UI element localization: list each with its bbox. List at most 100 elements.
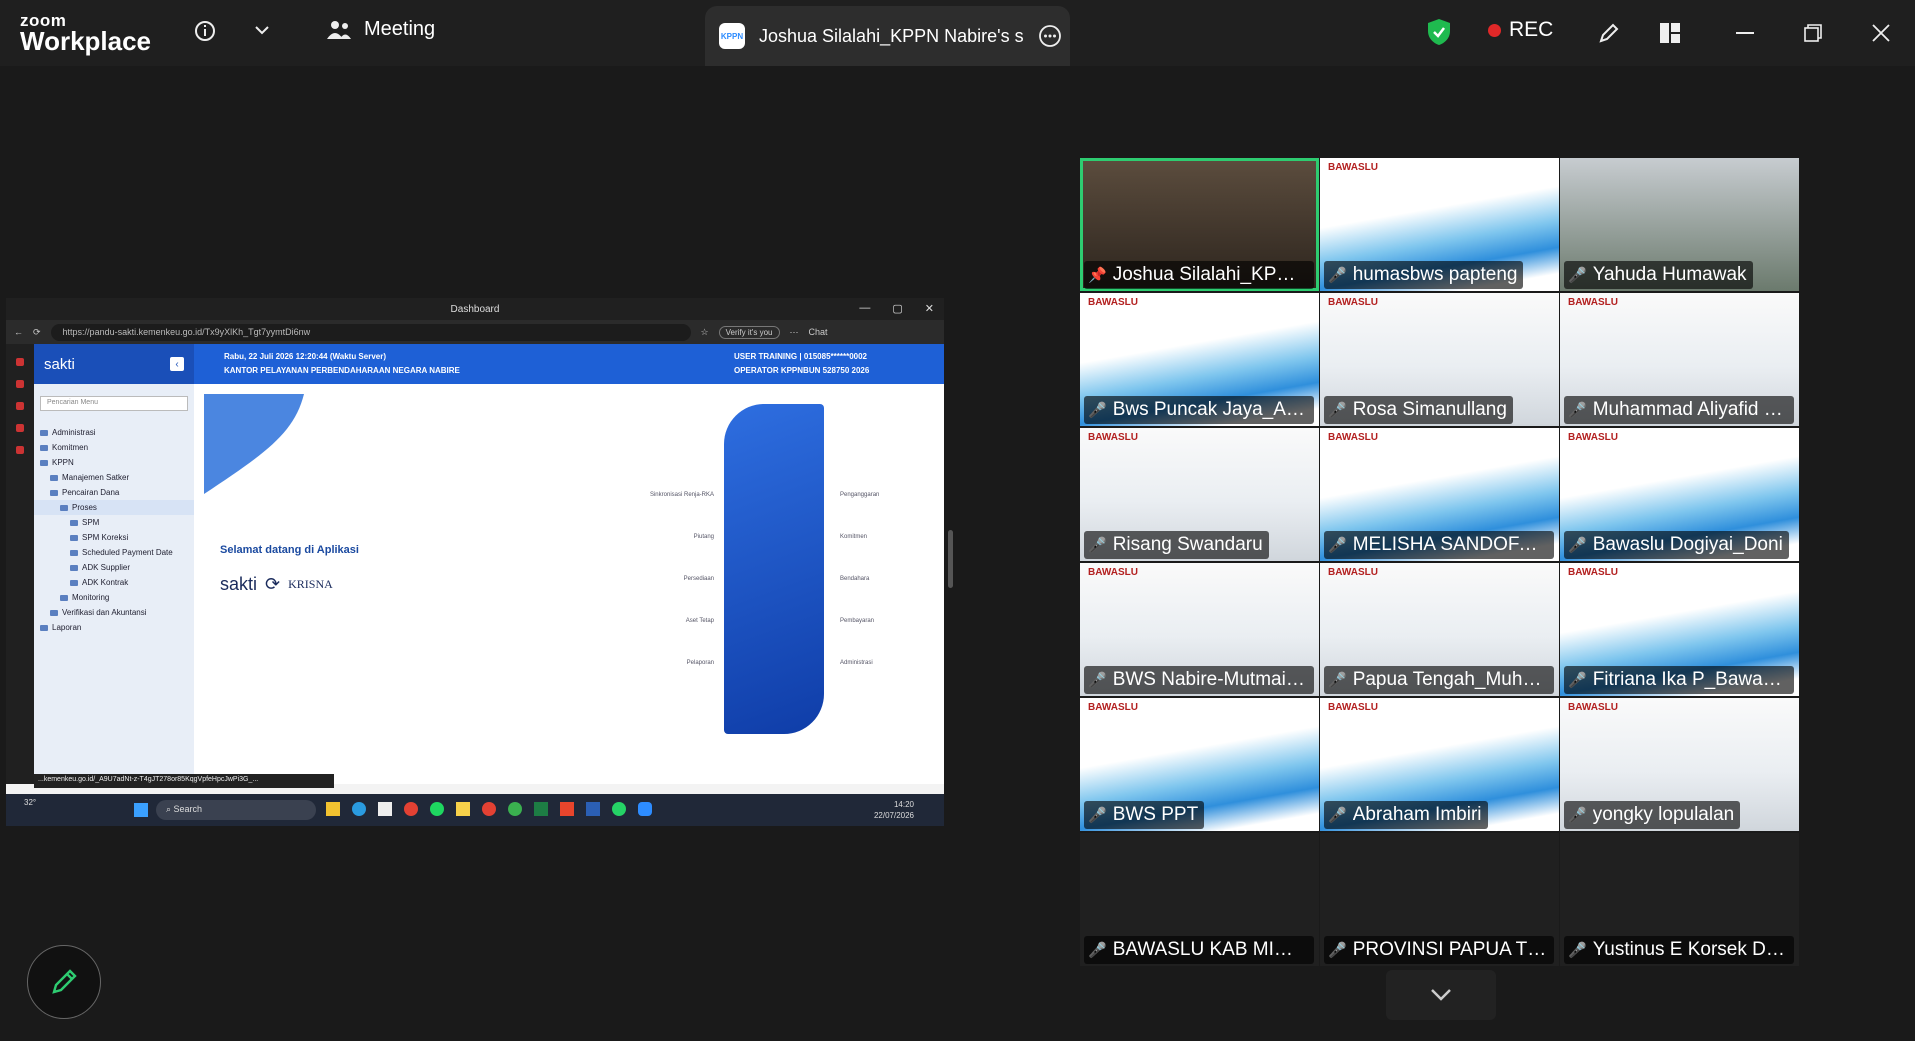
minimize-icon[interactable]: —: [859, 302, 870, 315]
tab-icon[interactable]: [16, 402, 24, 410]
tab-icon[interactable]: [16, 446, 24, 454]
more-options-icon[interactable]: [1038, 24, 1062, 48]
back-icon[interactable]: ←: [14, 327, 23, 337]
menu-item[interactable]: Administrasi: [34, 425, 194, 440]
participant-tile[interactable]: BAWASLU 🎤 MELISHA SANDOFA M...: [1320, 428, 1559, 561]
system-clock[interactable]: 14:20 22/07/2026: [874, 799, 914, 821]
pin-icon: 📌: [1088, 267, 1107, 284]
chrome-icon[interactable]: [508, 802, 522, 816]
gallery-next-page-button[interactable]: [1386, 970, 1496, 1020]
restore-icon[interactable]: [1798, 18, 1828, 48]
participant-tile[interactable]: BAWASLU 🎤 Fitriana Ika P_Bawaslu ...: [1560, 563, 1799, 696]
whatsapp-icon[interactable]: [612, 802, 626, 816]
spotify-icon[interactable]: [430, 802, 444, 816]
participant-tile[interactable]: 🎤 Yustinus E Korsek Deiy...: [1560, 833, 1799, 966]
bawaslu-logo: BAWASLU: [1088, 297, 1138, 308]
meeting-button[interactable]: Meeting: [326, 18, 435, 41]
close-icon[interactable]: ✕: [925, 302, 934, 315]
participant-tile[interactable]: BAWASLU 🎤 BWS Nabire-Mutmain...: [1080, 563, 1319, 696]
star-icon[interactable]: ☆: [701, 327, 709, 338]
chat-button[interactable]: Chat: [809, 327, 828, 337]
participant-name: Rosa Simanullang: [1352, 399, 1507, 420]
menu-item[interactable]: Manajemen Satker: [34, 470, 194, 485]
menu-item[interactable]: Monitoring: [34, 590, 194, 605]
participant-tile[interactable]: BAWASLU 🎤 yongky lopulalan: [1560, 698, 1799, 831]
word-icon[interactable]: [586, 802, 600, 816]
module-label: Komitmen: [840, 534, 868, 540]
participant-tile[interactable]: 🎤 BAWASLU KAB MIMIK...: [1080, 833, 1319, 966]
notes-icon[interactable]: [456, 802, 470, 816]
taskbar-search[interactable]: ⌕ Search: [156, 800, 316, 820]
participant-name-tag: 🎤 PROVINSI PAPUA TEN...: [1324, 936, 1554, 964]
participant-tile[interactable]: BAWASLU 🎤 Bws Puncak Jaya_Arm...: [1080, 293, 1319, 426]
participant-tile[interactable]: BAWASLU 🎤 humasbws papteng: [1320, 158, 1559, 291]
participant-name-tag: 🎤 Yahuda Humawak: [1564, 261, 1753, 289]
menu-item[interactable]: ADK Kontrak: [34, 575, 194, 590]
more-icon[interactable]: ⋯: [790, 327, 799, 338]
menu-item[interactable]: Pencairan Dana: [34, 485, 194, 500]
excel-icon[interactable]: [534, 802, 548, 816]
participant-tile[interactable]: BAWASLU 🎤 Papua Tengah_Muham...: [1320, 563, 1559, 696]
menu-item[interactable]: Verifikasi dan Akuntansi: [34, 605, 194, 620]
share-screen-tab[interactable]: KPPN Joshua Silalahi_KPPN Nabire's scree…: [705, 6, 1070, 66]
minimize-icon[interactable]: [1730, 18, 1760, 48]
app-header: sakti ‹ Rabu, 22 Juli 2026 12:20:44 (Wakt…: [34, 344, 944, 384]
view-layout-icon[interactable]: [1655, 18, 1685, 48]
menu-item[interactable]: Proses: [34, 500, 194, 515]
mic-muted-icon: 🎤: [1568, 672, 1587, 689]
collapse-icon[interactable]: ‹: [170, 357, 184, 371]
refresh-icon[interactable]: ⟳: [33, 327, 41, 338]
restore-icon[interactable]: ▢: [892, 302, 902, 315]
participant-tile[interactable]: 🎤 Yahuda Humawak: [1560, 158, 1799, 291]
file-explorer-icon[interactable]: [326, 802, 340, 816]
windows-taskbar: 32° ⌕ Search 14:20 22/07/2026: [6, 794, 944, 826]
close-icon[interactable]: [1866, 18, 1896, 48]
mic-muted-icon: 🎤: [1568, 402, 1587, 419]
menu-item[interactable]: SPM: [34, 515, 194, 530]
participant-tile[interactable]: 🎤 PROVINSI PAPUA TEN...: [1320, 833, 1559, 966]
menu-item[interactable]: KPPN: [34, 455, 194, 470]
pdf-icon[interactable]: [560, 802, 574, 816]
browser-title-bar: Dashboard — ▢ ✕: [6, 298, 944, 320]
tab-icon[interactable]: [16, 380, 24, 388]
chrome-icon[interactable]: [482, 802, 496, 816]
participant-name: Abraham Imbiri: [1352, 804, 1482, 825]
menu-item[interactable]: ADK Supplier: [34, 560, 194, 575]
menu-search-input[interactable]: Pencarian Menu: [40, 396, 188, 411]
menu-item[interactable]: SPM Koreksi: [34, 530, 194, 545]
chevron-down-icon[interactable]: [250, 18, 274, 42]
participant-tile[interactable]: BAWASLU 🎤 BWS PPT: [1080, 698, 1319, 831]
edge-icon[interactable]: [352, 802, 366, 816]
info-icon[interactable]: [190, 16, 220, 46]
annotate-icon[interactable]: [1594, 18, 1624, 48]
url-field[interactable]: https://pandu-sakti.kemenkeu.go.id/Tx9yX…: [50, 323, 691, 341]
participant-name: BWS Nabire-Mutmain...: [1112, 669, 1308, 690]
participant-tile[interactable]: 📌 Joshua Silalahi_KPPN ...: [1080, 158, 1319, 291]
chrome-icon[interactable]: [404, 802, 418, 816]
zoom-icon[interactable]: [638, 802, 652, 816]
shield-icon[interactable]: [1424, 16, 1454, 48]
participant-name: Yahuda Humawak: [1592, 264, 1747, 285]
recording-indicator[interactable]: REC: [1488, 18, 1553, 42]
participant-tile[interactable]: BAWASLU 🎤 Bawaslu Dogiyai_Doni: [1560, 428, 1799, 561]
verify-button[interactable]: Verify it's you: [718, 325, 780, 339]
tab-icon[interactable]: [16, 424, 24, 432]
participant-tile[interactable]: BAWASLU 🎤 Muhammad Aliyafid S...: [1560, 293, 1799, 426]
mic-muted-icon: 🎤: [1328, 807, 1347, 824]
windows-start-icon[interactable]: [134, 803, 148, 817]
menu-item[interactable]: Scheduled Payment Date: [34, 545, 194, 560]
participant-tile[interactable]: BAWASLU 🎤 Abraham Imbiri: [1320, 698, 1559, 831]
menu-item[interactable]: Laporan: [34, 620, 194, 635]
participant-name: BWS PPT: [1112, 804, 1199, 825]
participant-tile[interactable]: BAWASLU 🎤 Risang Swandaru: [1080, 428, 1319, 561]
mic-muted-icon: 🎤: [1328, 267, 1347, 284]
shared-screen[interactable]: Dashboard — ▢ ✕ ← ⟳ https://pandu-sakti.ke…: [6, 298, 944, 826]
menu-item[interactable]: Komitmen: [34, 440, 194, 455]
participant-name-tag: 🎤 yongky lopulalan: [1564, 801, 1741, 829]
bawaslu-logo: BAWASLU: [1568, 432, 1618, 443]
annotate-pen-button[interactable]: [27, 945, 101, 1019]
store-icon[interactable]: [378, 802, 392, 816]
participant-tile[interactable]: BAWASLU 🎤 Rosa Simanullang: [1320, 293, 1559, 426]
tab-icon[interactable]: [16, 358, 24, 366]
resize-handle[interactable]: [948, 530, 953, 588]
